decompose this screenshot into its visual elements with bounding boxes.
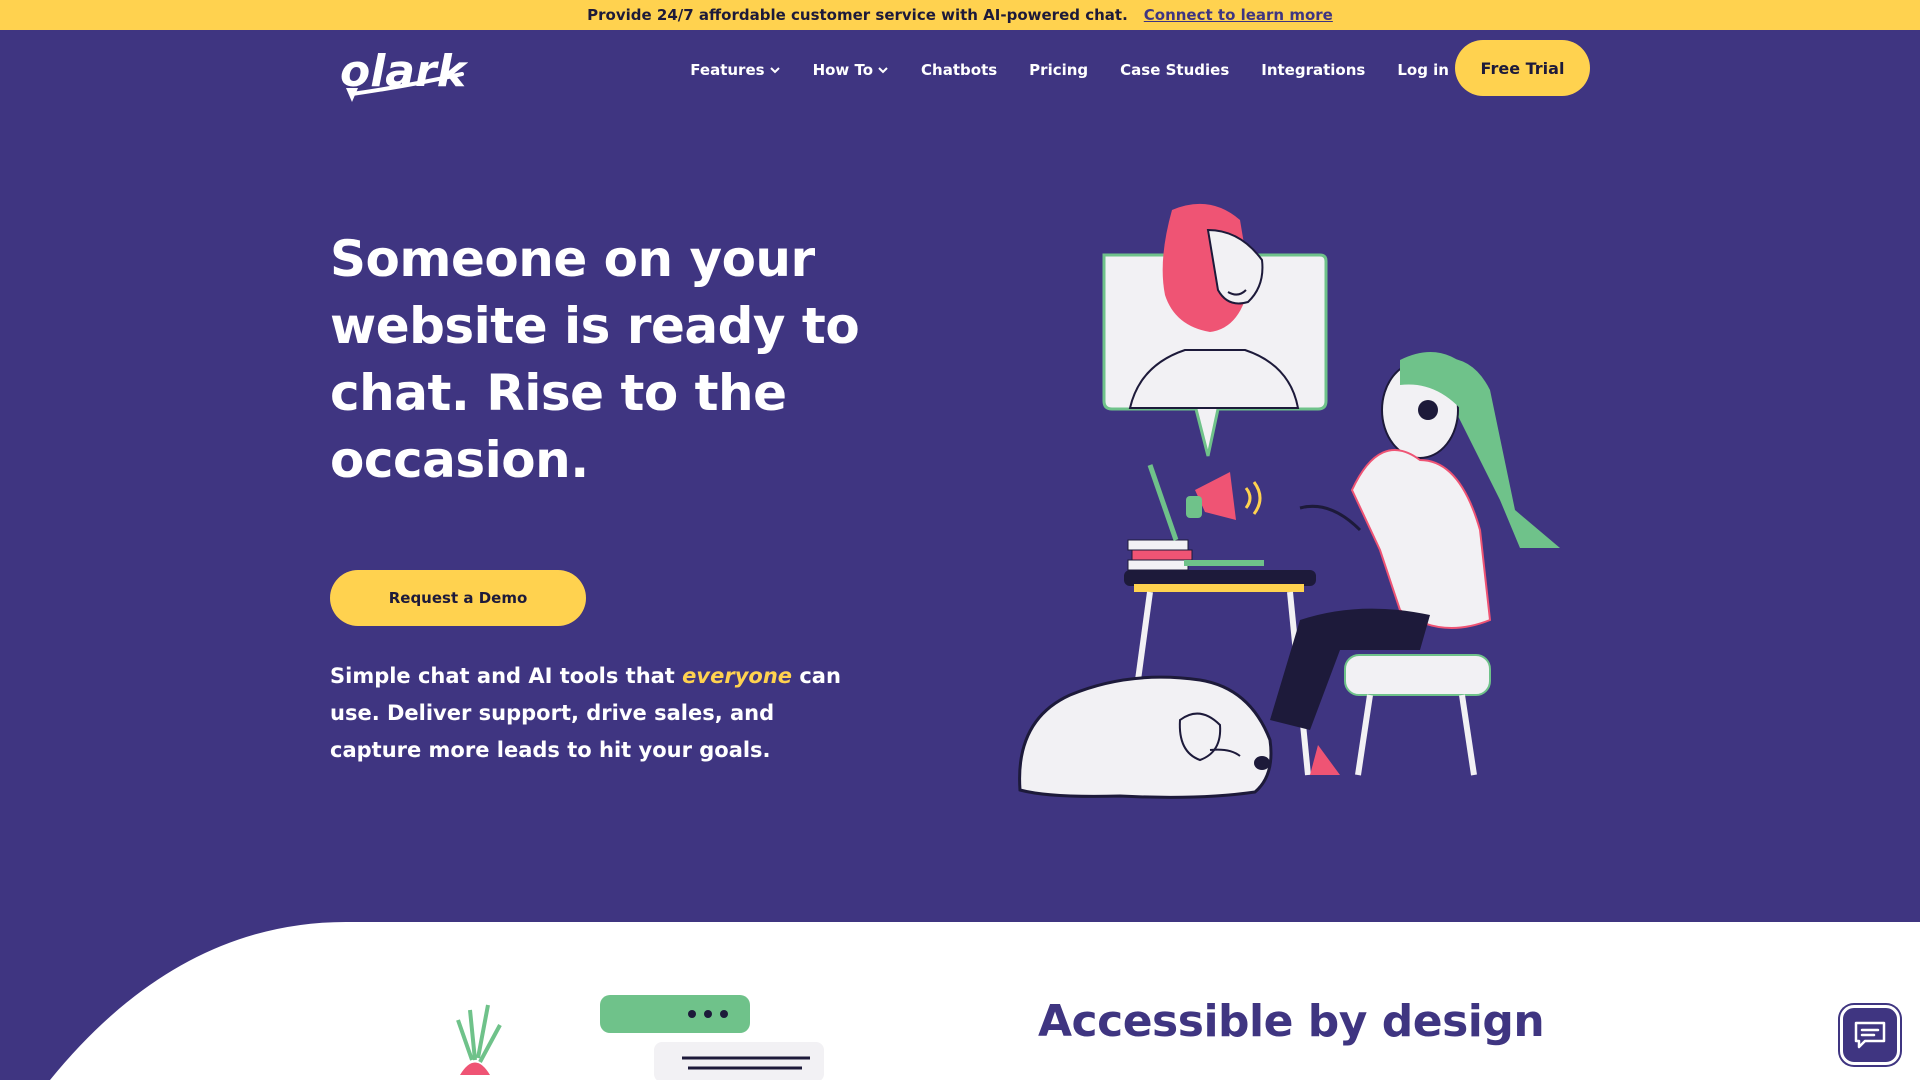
nav-item-label: Log in: [1397, 61, 1449, 79]
chat-widget-button[interactable]: [1840, 1005, 1900, 1065]
sleeping-dog: [1018, 675, 1273, 799]
chevron-down-icon: [878, 67, 888, 74]
lower-section-background: [50, 921, 1920, 1080]
video-call-bubble: [1102, 203, 1328, 457]
nav-item-chatbots[interactable]: Chatbots: [921, 61, 997, 79]
nav-item-label: How To: [812, 61, 874, 79]
nav-item-label: Pricing: [1029, 61, 1089, 79]
nav-item-label: Chatbots: [921, 61, 998, 79]
woman-character: [1270, 352, 1560, 776]
nav-item-label: Features: [690, 61, 765, 79]
free-trial-button[interactable]: Free Trial: [1455, 40, 1590, 96]
chevron-down-icon: [769, 67, 780, 74]
announcement-text: Provide 24/7 affordable customer service…: [587, 6, 1128, 24]
olark-logo[interactable]: olark: [338, 44, 469, 106]
announcement-bar: Provide 24/7 affordable customer service…: [0, 0, 1920, 30]
nav-item-label: Case Studies: [1120, 61, 1230, 79]
nav-item-features[interactable]: Features: [690, 61, 780, 79]
nav-links: Features How To Chatbots Pricing Case St…: [690, 30, 1449, 110]
svg-text:olark: olark: [340, 46, 468, 97]
nav-item-label: Integrations: [1261, 61, 1366, 79]
chat-bubble-icon: [1854, 1021, 1886, 1049]
nav-item-case-studies[interactable]: Case Studies: [1120, 61, 1229, 79]
hero-illustration: [1018, 203, 1560, 799]
nav-item-integrations[interactable]: Integrations: [1261, 61, 1365, 79]
emphasis-word: everyone: [682, 664, 793, 688]
request-demo-button[interactable]: Request a Demo: [330, 570, 586, 626]
hero-subtitle: Simple chat and AI tools that everyone c…: [330, 664, 841, 762]
main-nav: olark Features How To Chatbots Pricing C…: [0, 30, 1920, 110]
section-title: Accessible by design: [1038, 996, 1545, 1047]
nav-item-how-to[interactable]: How To: [813, 61, 889, 79]
nav-item-pricing[interactable]: Pricing: [1029, 61, 1088, 79]
nav-item-login[interactable]: Log in: [1397, 61, 1449, 79]
announcement-link[interactable]: Connect to learn more: [1144, 6, 1333, 24]
hero-title: Someone on your website is ready to chat…: [330, 230, 860, 489]
plant-and-chat-illustration: [456, 995, 824, 1080]
